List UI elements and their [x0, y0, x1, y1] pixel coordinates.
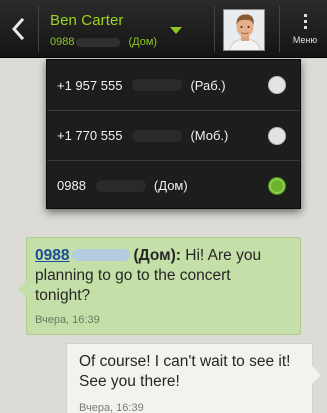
- action-bar: Ben Carter 0988 (Дом) Меню: [0, 0, 327, 58]
- number-prefix: 0988: [57, 178, 86, 193]
- incoming-message-bubble[interactable]: 0988 (Дом): Hi! Are you planning to go to…: [18, 237, 301, 335]
- number-prefix: +1 957 555: [57, 77, 123, 93]
- contact-number-selector[interactable]: Ben Carter 0988 (Дом): [42, 0, 192, 58]
- contact-number: 0988 (Дом): [50, 36, 157, 48]
- number-prefix: 0988: [50, 36, 75, 48]
- dropdown-item-work[interactable]: +1 957 555 (Раб.): [47, 60, 300, 110]
- chevron-left-icon: [11, 18, 25, 40]
- contact-avatar-image: [224, 10, 264, 50]
- dropdown-item-home[interactable]: 0988 (Дом): [47, 160, 300, 210]
- redacted-number: [76, 37, 121, 47]
- divider: [279, 6, 280, 52]
- radio-button-selected[interactable]: [268, 177, 286, 195]
- back-button[interactable]: [0, 0, 36, 58]
- caret-down-icon: [170, 27, 182, 34]
- radio-button[interactable]: [268, 76, 286, 94]
- menu-button[interactable]: Меню: [283, 0, 327, 58]
- message-text: 0988 (Дом): Hi! Are you planning to go to…: [35, 246, 290, 306]
- message-body: Of course! I can't wait to see it! See y…: [79, 353, 291, 390]
- number-dropdown: +1 957 555 (Раб.) +1 770 555 (Моб.) 0988…: [46, 59, 301, 209]
- number-prefix: +1 770 555: [57, 128, 123, 143]
- number-type: (Дом): [153, 178, 188, 193]
- number-type: (Моб.): [190, 128, 229, 143]
- divider: [214, 6, 215, 52]
- redacted-number: [72, 249, 131, 261]
- dropdown-item-mobile[interactable]: +1 770 555 (Моб.): [47, 110, 300, 160]
- redacted-number: [95, 179, 146, 192]
- overflow-menu-icon: [303, 13, 307, 29]
- menu-label: Меню: [292, 34, 318, 45]
- message-timestamp: Вчера, 16:39: [35, 314, 100, 326]
- redacted-number: [132, 129, 183, 142]
- divider: [38, 6, 39, 52]
- message-timestamp: Вчера, 16:39: [79, 402, 144, 413]
- radio-button[interactable]: [268, 127, 286, 145]
- number-type: (Раб.): [190, 77, 226, 93]
- number-type: (Дом): [128, 36, 158, 48]
- avatar[interactable]: [223, 9, 265, 51]
- redacted-number: [132, 79, 183, 91]
- sender-number-link[interactable]: 0988: [35, 247, 69, 264]
- sender-type: (Дом):: [133, 247, 181, 264]
- contact-name: Ben Carter: [50, 12, 124, 29]
- outgoing-message-bubble[interactable]: Of course! I can't wait to see it! See y…: [66, 343, 321, 413]
